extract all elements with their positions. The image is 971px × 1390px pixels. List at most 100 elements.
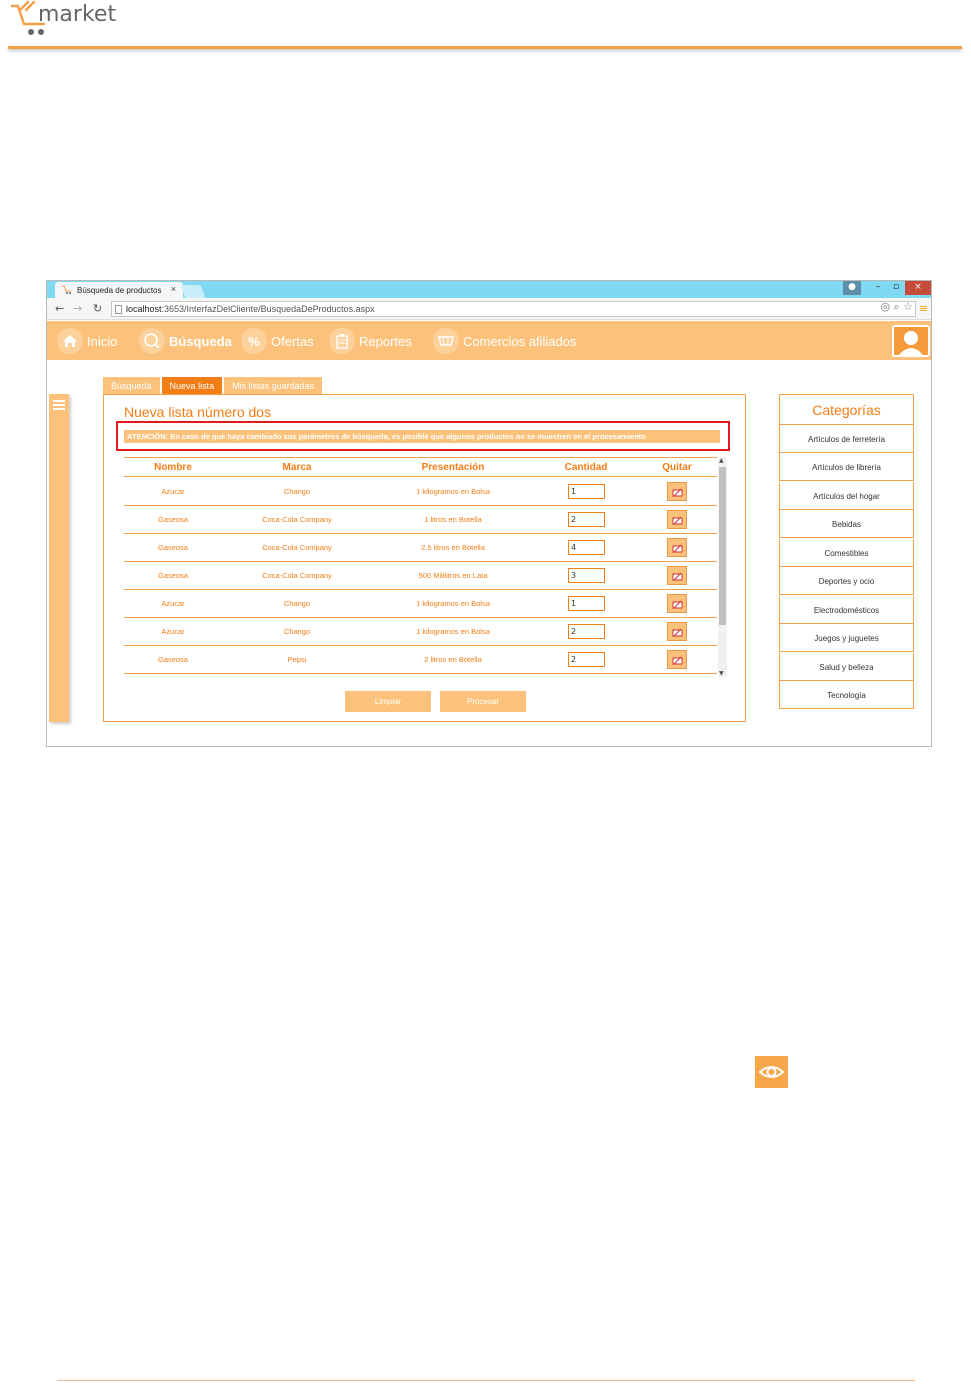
cell-nombre: Gaseosa bbox=[157, 515, 189, 524]
reload-icon[interactable]: ↻ bbox=[93, 302, 102, 315]
remove-button[interactable] bbox=[667, 622, 687, 641]
cell-marca: Coca-Cola Company bbox=[262, 515, 332, 524]
tab-mis-listas[interactable]: Mis listas guardadas bbox=[224, 377, 323, 395]
browser-tab-title: Búsqueda de productos bbox=[77, 286, 162, 295]
category-item[interactable]: Salud y belleza bbox=[779, 653, 914, 681]
categories-title: Categorías bbox=[779, 394, 914, 425]
remove-icon bbox=[672, 544, 683, 553]
category-item[interactable]: Deportes y ocio bbox=[779, 567, 914, 595]
remove-button[interactable] bbox=[667, 538, 687, 557]
nav-busqueda[interactable]: Búsqueda bbox=[139, 328, 232, 354]
remove-icon bbox=[672, 516, 683, 525]
remove-icon bbox=[672, 656, 683, 665]
search-icon bbox=[139, 328, 165, 354]
percent-icon: % bbox=[241, 328, 267, 354]
nav-comercios[interactable]: Comercios afiliados bbox=[433, 328, 576, 354]
remove-icon bbox=[672, 572, 683, 581]
quantity-input[interactable]: 2 bbox=[568, 512, 605, 527]
tab-busqueda[interactable]: Búsqueda bbox=[103, 377, 160, 395]
sidebar-toggle[interactable] bbox=[49, 394, 69, 722]
quantity-input[interactable]: 1 bbox=[568, 596, 605, 611]
header-quitar: Quitar bbox=[662, 462, 692, 473]
itmarket-logo: market bbox=[10, 0, 116, 35]
browser-tab[interactable]: Búsqueda de productos × bbox=[55, 282, 183, 298]
category-item[interactable]: Electrodomésticos bbox=[779, 596, 914, 624]
category-item[interactable]: Bebidas bbox=[779, 510, 914, 538]
browser-menu-icon[interactable]: ≡ bbox=[919, 302, 928, 315]
clipboard-icon bbox=[329, 328, 355, 354]
table-header: Nombre Marca Presentación Cantidad Quita… bbox=[124, 457, 717, 477]
cell-marca: Chango bbox=[283, 627, 311, 636]
cell-marca: Coca-Cola Company bbox=[262, 571, 332, 580]
cell-marca: Coca-Cola Company bbox=[262, 543, 332, 552]
nav-ofertas[interactable]: % Ofertas bbox=[241, 328, 314, 354]
quantity-input[interactable]: 3 bbox=[568, 568, 605, 583]
list-tabs: Búsqueda Nueva lista Mis listas guardada… bbox=[103, 377, 324, 395]
nav-reportes[interactable]: Reportes bbox=[329, 328, 412, 354]
person-icon bbox=[899, 331, 923, 355]
categories-panel: Categorías Artículos de ferretería Artíc… bbox=[779, 394, 914, 710]
home-icon bbox=[57, 328, 83, 354]
process-button[interactable]: Procesar bbox=[440, 691, 526, 712]
browser-window: Búsqueda de productos × ● – ▫ × ← → ↻ lo… bbox=[46, 280, 932, 747]
minimize-icon[interactable]: – bbox=[869, 281, 887, 295]
cell-nombre: Gaseosa bbox=[157, 543, 189, 552]
alert-highlight: ATENCIÓN: En caso de que haya cambiado s… bbox=[116, 421, 730, 451]
window-controls: ● – ▫ × bbox=[843, 281, 931, 295]
clear-button[interactable]: Limpiar bbox=[345, 691, 431, 712]
close-icon[interactable]: × bbox=[171, 284, 176, 294]
remove-button[interactable] bbox=[667, 650, 687, 669]
bookmark-star-icon[interactable]: ◎ ⌕ ☆ bbox=[880, 300, 913, 314]
cell-presentacion: 1 kilogramos en Bolsa bbox=[416, 487, 490, 496]
app-navbar: Inicio Búsqueda % Ofertas Reportes Comer… bbox=[47, 321, 931, 360]
category-item[interactable]: Artículos de librería bbox=[779, 453, 914, 481]
table-row: Azucar Chango 1 kilogramos en Bolsa 2 bbox=[124, 618, 717, 646]
category-item[interactable]: Comestibles bbox=[779, 539, 914, 567]
url-input[interactable]: localhost:3653/InterfazDelCliente/Busque… bbox=[111, 301, 916, 317]
table-row: Azucar Chango 1 kilogramos en Bolsa 1 bbox=[124, 478, 717, 506]
view-button[interactable] bbox=[755, 1056, 788, 1088]
nav-label: Inicio bbox=[87, 333, 118, 349]
tab-nueva-lista[interactable]: Nueva lista bbox=[161, 377, 223, 395]
doc-header-divider bbox=[8, 46, 962, 49]
remove-button[interactable] bbox=[667, 510, 687, 529]
new-tab-button[interactable] bbox=[180, 285, 206, 298]
category-item[interactable]: Artículos de ferretería bbox=[779, 425, 914, 453]
quantity-input[interactable]: 4 bbox=[568, 540, 605, 555]
nav-inicio[interactable]: Inicio bbox=[57, 328, 117, 354]
cell-marca: Chango bbox=[283, 487, 311, 496]
browser-titlebar: Búsqueda de productos × ● – ▫ × bbox=[47, 281, 931, 298]
remove-icon bbox=[672, 600, 683, 609]
basket-icon bbox=[433, 328, 459, 354]
back-arrow-icon[interactable]: ← bbox=[55, 302, 64, 315]
scroll-thumb[interactable] bbox=[719, 467, 726, 625]
cell-nombre: Azucar bbox=[161, 487, 185, 496]
user-avatar[interactable] bbox=[892, 325, 930, 357]
scroll-down-icon[interactable]: ▼ bbox=[719, 670, 724, 677]
cell-nombre: Gaseosa bbox=[157, 655, 189, 664]
category-item[interactable]: Juegos y juguetes bbox=[779, 624, 914, 652]
page-icon bbox=[115, 305, 122, 314]
table-scrollbar[interactable]: ▲ ▼ bbox=[718, 457, 727, 677]
category-item[interactable]: Artículos del hogar bbox=[779, 482, 914, 510]
maximize-icon[interactable]: ▫ bbox=[887, 281, 905, 295]
table-row: Gaseosa Coca-Cola Company 1 litros en Bo… bbox=[124, 506, 717, 534]
user-icon[interactable]: ● bbox=[843, 281, 861, 295]
list-title: Nueva lista número dos bbox=[124, 404, 272, 420]
cell-presentacion: 500 Mililitros en Lata bbox=[418, 571, 488, 580]
cell-nombre: Azucar bbox=[161, 627, 185, 636]
category-item[interactable]: Tecnología bbox=[779, 681, 914, 709]
remove-button[interactable] bbox=[667, 594, 687, 613]
list-panel: Nueva lista número dos ATENCIÓN: En caso… bbox=[103, 394, 746, 722]
cell-presentacion: 1 kilogramos en Bolsa bbox=[416, 627, 490, 636]
products-table: Nombre Marca Presentación Cantidad Quita… bbox=[124, 457, 728, 677]
quantity-input[interactable]: 1 bbox=[568, 484, 605, 499]
forward-arrow-icon[interactable]: → bbox=[73, 302, 82, 315]
remove-button[interactable] bbox=[667, 482, 687, 501]
cart-icon bbox=[62, 285, 71, 294]
quantity-input[interactable]: 2 bbox=[568, 624, 605, 639]
scroll-up-icon[interactable]: ▲ bbox=[719, 457, 724, 464]
window-close-icon[interactable]: × bbox=[905, 281, 931, 295]
quantity-input[interactable]: 2 bbox=[568, 652, 605, 667]
remove-button[interactable] bbox=[667, 566, 687, 585]
